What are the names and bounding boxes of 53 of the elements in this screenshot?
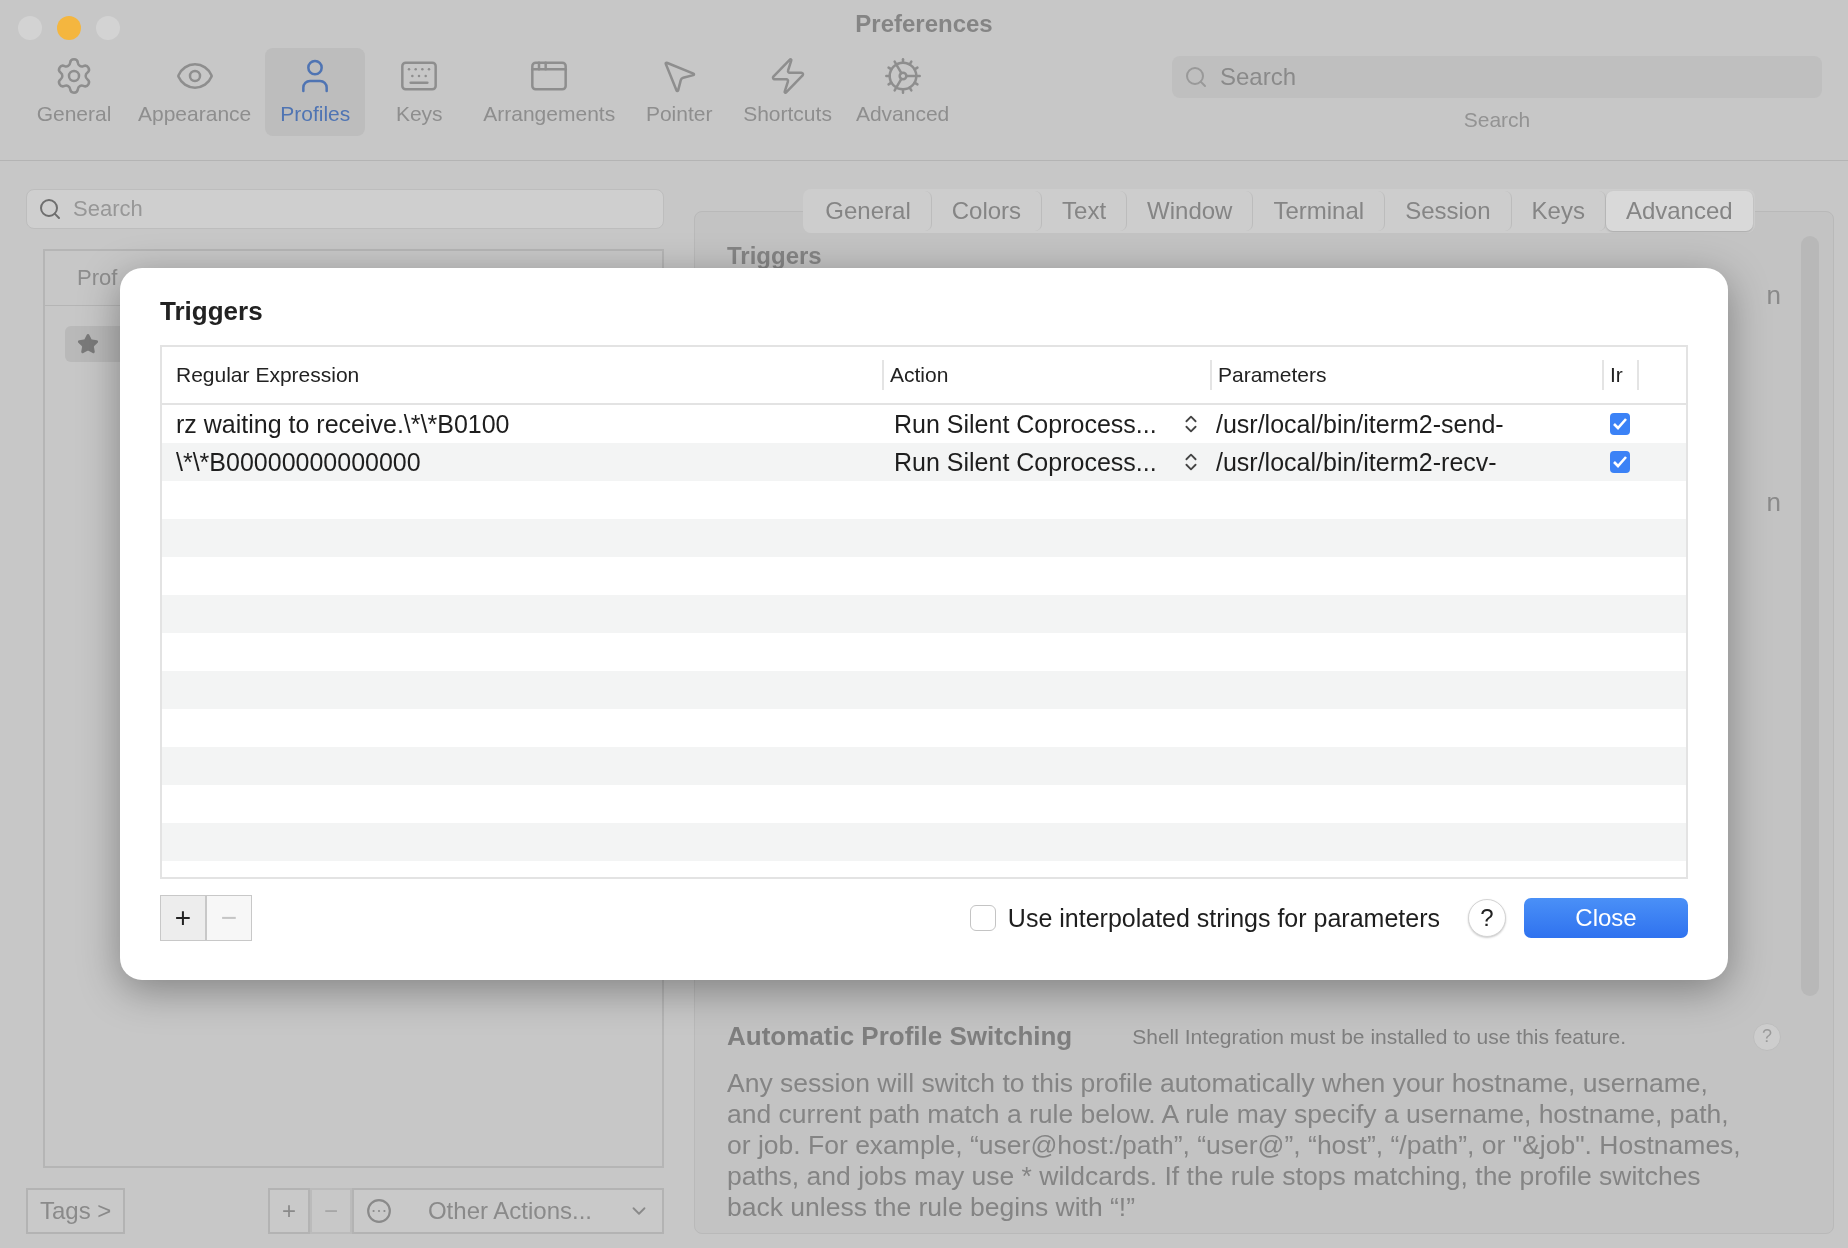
table-cell-text: \*\*B00000000000000 [175,447,422,477]
checkbox[interactable] [1610,413,1630,435]
toolbar-tab[interactable]: Appearance [128,48,262,136]
window-title: Preferences [855,10,993,38]
gears-icon [882,56,923,96]
search-icon [38,197,62,221]
table-cell-text: /usr/local/bin/iterm2-send- [1215,409,1505,439]
partial-text: n [1766,280,1781,311]
settings-tab[interactable]: Session [1385,191,1512,231]
minimize-window-button[interactable] [57,16,81,40]
settings-tab[interactable]: Keys [1511,191,1606,231]
settings-tab[interactable]: Colors [931,191,1043,231]
settings-tab[interactable]: Advanced [1605,191,1753,231]
toolbar-tab[interactable]: General [24,48,124,136]
toolbar-tab[interactable]: Shortcuts [733,48,842,136]
add-button[interactable]: + [267,1188,310,1234]
toolbar-tab[interactable]: Keys [369,48,470,136]
note-text: Shell Integration must be installed to use this feature. [1132,1024,1628,1049]
search-field[interactable]: Search [26,189,664,229]
column-header[interactable]: Parameters [1210,360,1602,390]
section-title: Automatic Profile Switching [727,1021,1073,1052]
tags-button[interactable]: Tags > [26,1188,126,1234]
table-cell-text: /usr/local/bin/iterm2-recv- [1215,447,1498,477]
add-button[interactable]: + [160,895,206,941]
dialog-title: Triggers [160,296,264,327]
help-button[interactable]: ? [1468,899,1506,937]
checkbox-label: Use interpolated strings for parameters [1007,903,1440,933]
column-header[interactable]: Regular Expression [162,360,882,390]
settings-tab[interactable]: Window [1127,191,1254,231]
table-cell-text: rz waiting to receive.\*\*B0100 [175,409,511,439]
column-header: Prof [77,265,118,291]
toolbar-tab[interactable]: Profiles [265,48,366,136]
toolbar-tab[interactable]: Arrangements [473,48,626,136]
column-header[interactable]: Ir [1602,360,1637,390]
close-button[interactable]: Close [1524,898,1688,938]
settings-tab[interactable]: Text [1042,191,1128,231]
other-actions-dropdown[interactable]: Other Actions... [352,1188,664,1234]
search-icon [1184,65,1208,89]
partial-text: n [1766,487,1781,518]
section-title: Triggers [727,242,823,270]
toolbar-tab[interactable]: Advanced [845,48,960,136]
settings-tab[interactable]: Terminal [1253,191,1386,231]
settings-tab[interactable]: General [805,191,932,231]
column-header[interactable]: Action [882,360,1210,390]
action-select[interactable]: Run Silent Coprocess... [882,409,1210,439]
checkbox[interactable] [969,905,996,931]
action-select[interactable]: Run Silent Coprocess... [882,447,1210,477]
help-button[interactable]: ? [1753,1022,1781,1051]
toolbar-tab[interactable]: Pointer [629,48,730,136]
checkbox[interactable] [1610,451,1630,473]
star-icon [77,333,99,355]
description-text: Any session will switch to this profile automatically when your hostname, username, and current path match a rule below. A rule may specify a username, hostname, path, or job. For example, “user@host:/path”, “user@”, “host”, “/path”, or "&job". Hostnames, paths, and jobs may use * wildcards. If the rule stops matching, the profile switches back unless the rule begins with “!” [727,1068,1742,1223]
ellipsis-icon [366,1198,392,1224]
